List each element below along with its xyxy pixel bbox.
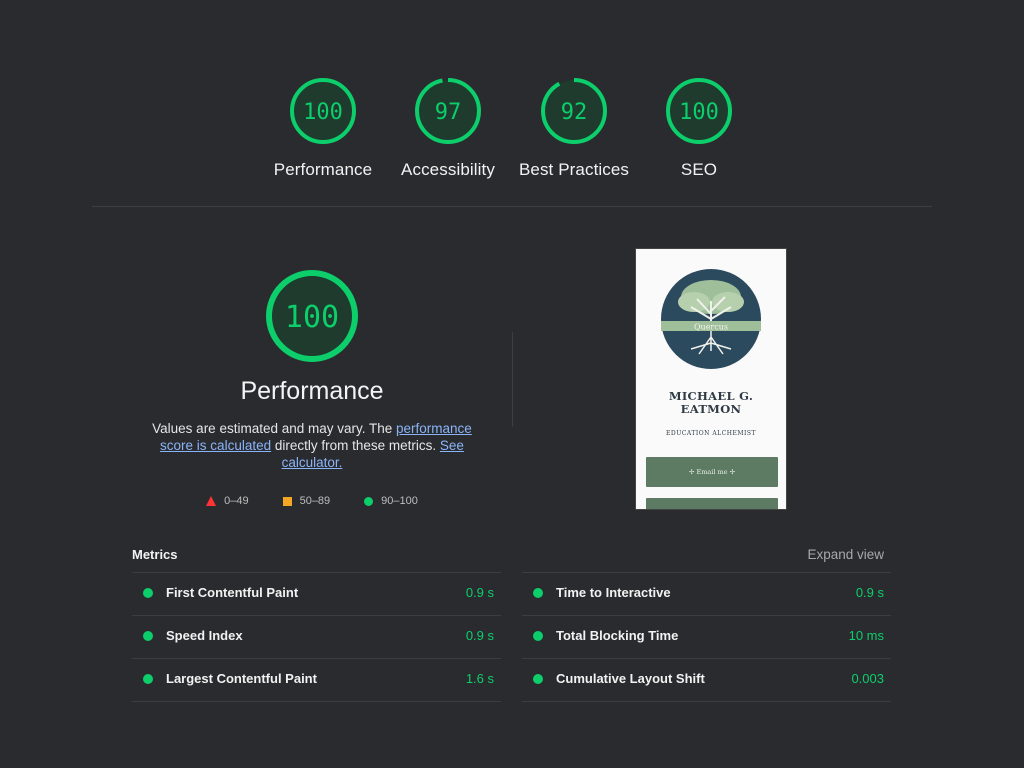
performance-summary: 100 Performance Values are estimated and…: [132, 268, 492, 507]
square-icon: [282, 496, 292, 506]
legend-fail: 0–49: [206, 495, 249, 507]
metric-value: 0.9 s: [465, 585, 494, 600]
metrics-title: Metrics: [132, 547, 178, 562]
score-legend: 0–49 50–89 90–100: [132, 495, 492, 507]
section-divider: [92, 206, 932, 207]
metric-label: Time to Interactive: [556, 585, 671, 600]
tree-logo: Quercus: [661, 269, 761, 369]
metric-value: 0.9 s: [465, 628, 494, 643]
gauge-seo[interactable]: 100 SEO: [629, 76, 769, 180]
gauge-ring: 100: [290, 78, 356, 144]
gauge-score: 100: [303, 100, 343, 125]
gauge-score: 100: [679, 100, 719, 125]
gauge-best-practices[interactable]: 92 Best Practices: [504, 76, 644, 180]
email-button[interactable]: ✢ Email me ✢: [646, 457, 778, 487]
metric-time-to-interactive: Time to Interactive 0.9 s: [522, 572, 891, 615]
gauge-score: 97: [435, 100, 462, 125]
page-screenshot-preview[interactable]: Quercus MICHAEL G. EATMON EDUCATION ALCH…: [635, 248, 787, 510]
gauge-ring: 92: [541, 78, 607, 144]
pass-dot-icon: [533, 588, 543, 598]
metric-label: Largest Contentful Paint: [166, 671, 317, 686]
performance-title: Performance: [240, 377, 384, 405]
gauge-accessibility[interactable]: 97 Accessibility: [378, 76, 518, 180]
pass-dot-icon: [143, 631, 153, 641]
metric-label: First Contentful Paint: [166, 585, 299, 600]
metric-label: Total Blocking Time: [556, 628, 679, 643]
metric-label: Speed Index: [166, 628, 243, 643]
site-name: MICHAEL G. EATMON: [668, 389, 754, 416]
gauge-label: Best Practices: [518, 160, 630, 179]
metrics-column-right: Time to Interactive 0.9 s Total Blocking…: [522, 572, 891, 702]
circle-icon: [364, 496, 374, 506]
triangle-icon: [206, 496, 217, 506]
metrics-header: Metrics Expand view: [132, 540, 890, 572]
expand-view-button[interactable]: Expand view: [807, 547, 884, 562]
logo-text: Quercus: [694, 323, 728, 332]
performance-description: Values are estimated and may vary. The p…: [152, 421, 472, 470]
legend-pass: 90–100: [364, 495, 418, 507]
metric-first-contentful-paint: First Contentful Paint 0.9 s: [132, 572, 501, 615]
site-subtitle: EDUCATION ALCHEMIST: [666, 430, 756, 437]
gauge-label: Performance: [273, 160, 373, 179]
legend-average: 50–89: [282, 495, 330, 507]
gauge-ring: 100: [666, 78, 732, 144]
score-gauges: 100 Performance 97 Accessibility 92 Best…: [0, 76, 1024, 186]
metric-value: 10 ms: [848, 628, 884, 643]
gauge-label: Accessibility: [401, 160, 495, 179]
metric-label: Cumulative Layout Shift: [556, 671, 705, 686]
gauge-ring: 97: [415, 78, 481, 144]
gauge-score: 92: [561, 100, 588, 125]
metric-value: 0.9 s: [855, 585, 884, 600]
performance-gauge: 100: [266, 270, 358, 362]
metrics-section: Metrics Expand view First Contentful Pai…: [132, 540, 891, 702]
metric-largest-contentful-paint: Largest Contentful Paint 1.6 s: [132, 658, 501, 702]
vertical-divider: [512, 332, 513, 427]
metric-speed-index: Speed Index 0.9 s: [132, 615, 501, 658]
metrics-column-left: First Contentful Paint 0.9 s Speed Index…: [132, 572, 501, 702]
pass-dot-icon: [533, 631, 543, 641]
performance-score: 100: [285, 300, 339, 335]
gauge-performance[interactable]: 100 Performance: [253, 76, 393, 180]
pass-dot-icon: [143, 674, 153, 684]
second-button[interactable]: [646, 498, 778, 509]
metric-total-blocking-time: Total Blocking Time 10 ms: [522, 615, 891, 658]
gauge-label: SEO: [680, 160, 718, 179]
metric-cumulative-layout-shift: Cumulative Layout Shift 0.003: [522, 658, 891, 702]
pass-dot-icon: [143, 588, 153, 598]
metric-value: 0.003: [851, 671, 884, 686]
pass-dot-icon: [533, 674, 543, 684]
metric-value: 1.6 s: [465, 671, 494, 686]
